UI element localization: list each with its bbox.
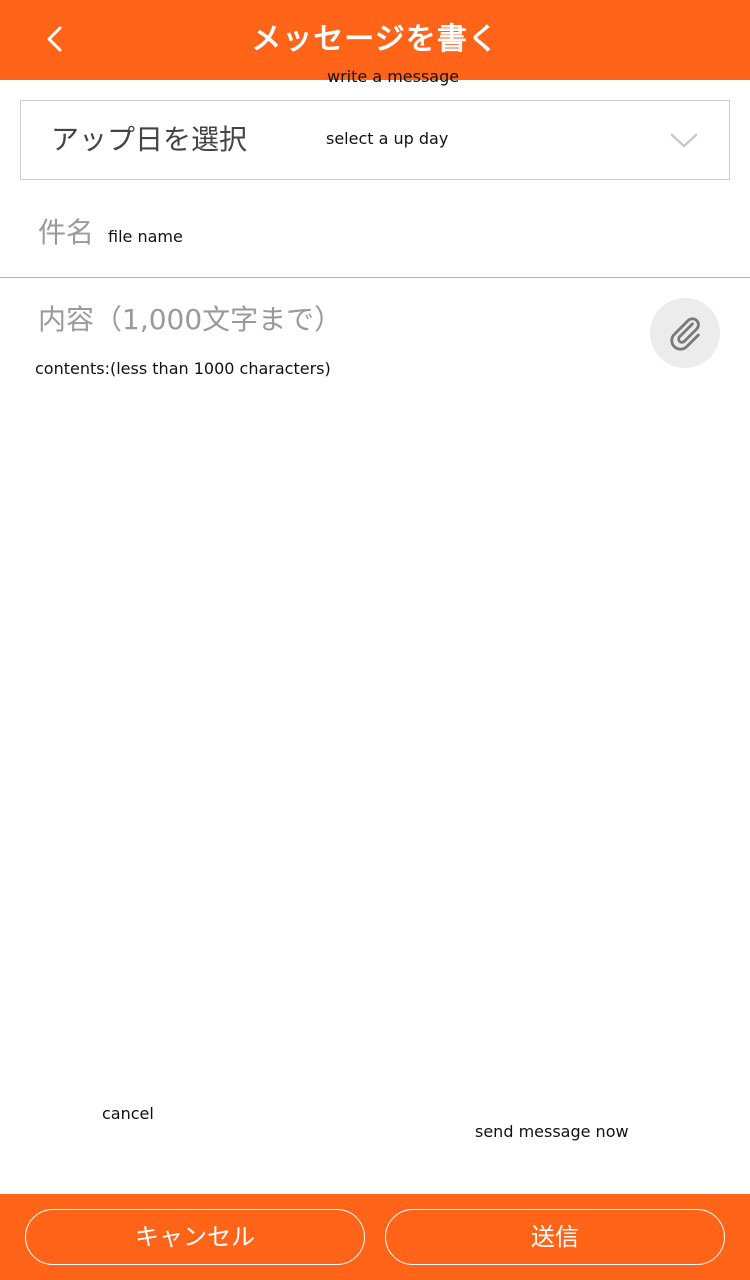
footer-bar: キャンセル 送信	[0, 1194, 750, 1280]
up-date-select-label: アップ日を選択	[51, 123, 248, 156]
page-title: メッセージを書く	[251, 22, 499, 57]
attach-button[interactable]	[650, 298, 720, 368]
content-annotation: contents:(less than 1000 characters)	[35, 359, 331, 378]
content-textarea[interactable]: 内容（1,000文字まで）	[0, 278, 750, 1193]
subject-input[interactable]: 件名	[38, 213, 94, 253]
chevron-down-icon	[670, 133, 698, 148]
cancel-annotation: cancel	[102, 1104, 154, 1123]
subject-annotation: file name	[108, 227, 183, 246]
send-button[interactable]: 送信	[385, 1209, 725, 1265]
content-placeholder: 内容（1,000文字まで）	[38, 303, 343, 336]
send-annotation: send message now	[475, 1122, 629, 1141]
compose-message-screen: メッセージを書く write a message アップ日を選択 select …	[0, 0, 750, 1280]
paperclip-icon	[670, 317, 700, 351]
title-annotation: write a message	[327, 67, 460, 86]
date-select-annotation: select a up day	[326, 129, 449, 148]
cancel-button[interactable]: キャンセル	[25, 1209, 365, 1265]
